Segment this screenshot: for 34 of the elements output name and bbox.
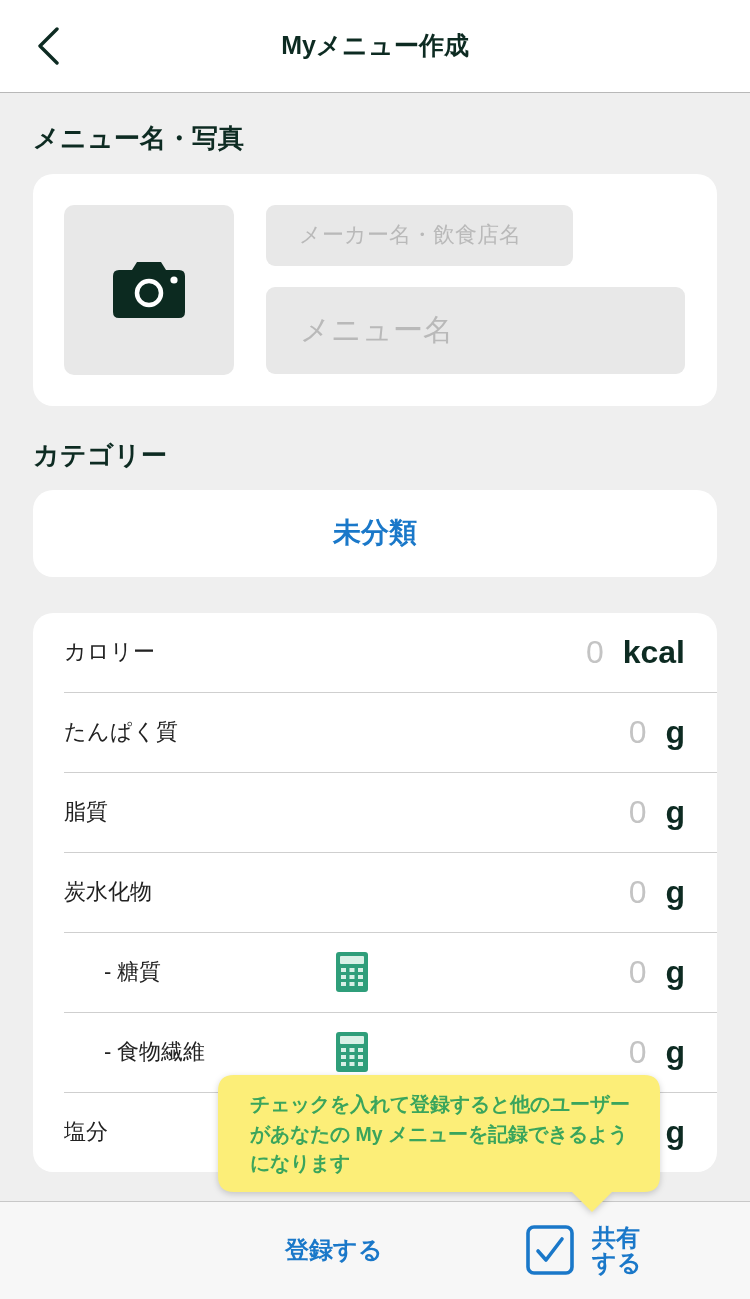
calculator-icon[interactable] <box>336 1032 368 1072</box>
amount-field[interactable]: 0 <box>586 1032 647 1072</box>
back-button[interactable] <box>36 26 60 65</box>
nutrient-label: 脂質 <box>64 798 108 826</box>
unit-label: kcal <box>622 633 685 671</box>
unit-label: g <box>665 713 685 751</box>
amount-field[interactable]: 0 <box>586 952 647 992</box>
unit-label: g <box>665 1113 685 1151</box>
nutrient-label: たんぱく質 <box>64 718 178 746</box>
unit-label: g <box>665 953 685 991</box>
camera-icon <box>113 261 185 318</box>
screen-title: Myメニュー作成 <box>281 30 469 62</box>
register-button[interactable]: 登録する <box>285 1234 383 1267</box>
amount-field[interactable]: 0 <box>586 872 647 912</box>
category-button[interactable]: 未分類 <box>33 489 717 577</box>
section-heading: カテゴリー <box>33 438 167 472</box>
nutrient-label: 炭水化物 <box>64 878 152 906</box>
amount-field[interactable]: 0 <box>586 712 647 752</box>
nutrient-label: - 食物繊維 <box>104 1038 206 1066</box>
unit-label: g <box>665 793 685 831</box>
section-heading: メニュー名・写真 <box>33 121 244 155</box>
unit-label: g <box>665 873 685 911</box>
nutrient-label: - 糖質 <box>104 958 162 986</box>
share-checkbox[interactable] <box>526 1225 574 1276</box>
add-photo-button[interactable] <box>64 204 234 375</box>
share-tooltip: チェックを入れて登録すると他のユーザーがあなたの My メニューを記録できるようになります <box>218 1075 660 1212</box>
chevron-left-icon <box>36 26 60 65</box>
calculator-icon[interactable] <box>336 952 368 992</box>
unit-label: g <box>665 1033 685 1071</box>
nutrient-label: カロリー <box>64 638 155 666</box>
amount-field[interactable]: 0 <box>543 632 604 672</box>
nutrient-label: 塩分 <box>64 1118 108 1146</box>
share-label[interactable]: 共有する <box>592 1225 648 1276</box>
amount-field[interactable]: 0 <box>586 792 647 832</box>
